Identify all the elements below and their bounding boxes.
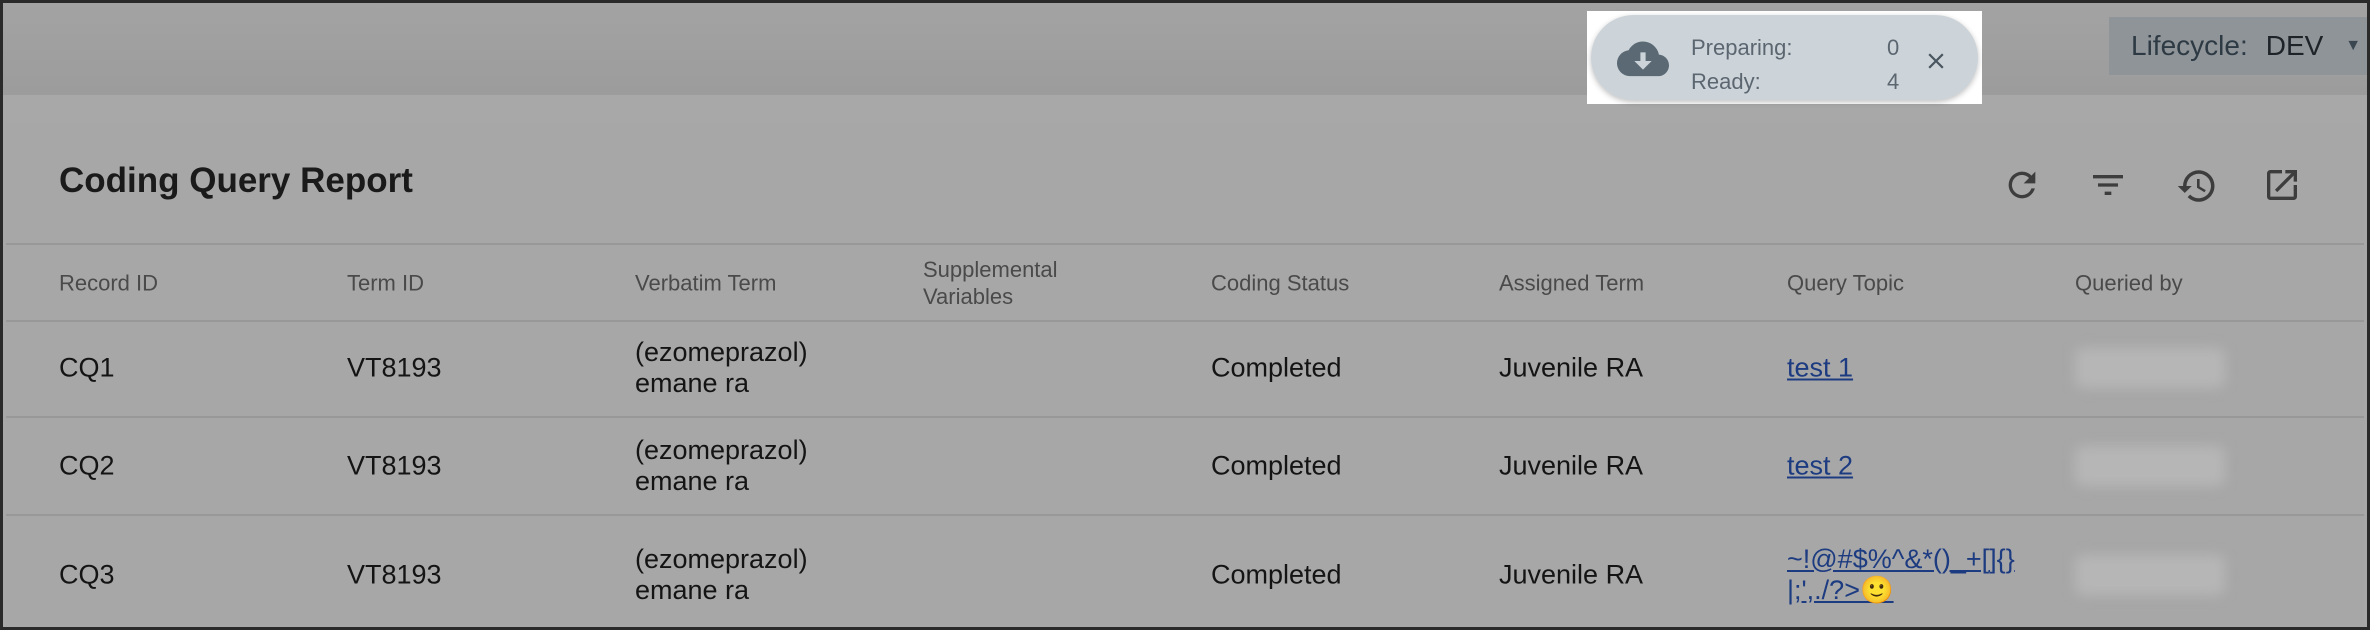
coding-status-cell: Completed: [1211, 352, 1342, 383]
table-row[interactable]: CQ1 VT8193 (ezomeprazol) emane ra Comple…: [6, 320, 2364, 418]
cloud-download-icon: [1617, 41, 1669, 86]
column-header-coding-status[interactable]: Coding Status: [1211, 269, 1349, 296]
table-header: Record ID Term ID Verbatim Term Suppleme…: [6, 243, 2364, 322]
term-id-cell: VT8193: [347, 352, 442, 383]
download-status-toast: Preparing: 0 Ready: 4: [1587, 11, 1982, 104]
column-header-record-id[interactable]: Record ID: [59, 269, 158, 296]
assigned-term-cell: Juvenile RA: [1499, 559, 1644, 589]
coding-status-cell: Completed: [1211, 559, 1342, 589]
lifecycle-value: DEV: [2265, 30, 2324, 61]
queried-by-redacted: [2075, 348, 2225, 388]
term-id-cell: VT8193: [347, 450, 442, 481]
top-bar: [3, 3, 2367, 95]
table-row[interactable]: CQ2 VT8193 (ezomeprazol) emane ra Comple…: [6, 418, 2364, 516]
preparing-status: Preparing: 0: [1691, 35, 1899, 61]
page-title: Coding Query Report: [59, 161, 413, 200]
lifecycle-label: Lifecycle:: [2131, 30, 2248, 61]
record-id-cell: CQ1: [59, 352, 115, 383]
assigned-term-cell: Juvenile RA: [1499, 352, 1644, 383]
query-topic-link[interactable]: test 1: [1787, 353, 1853, 383]
lifecycle-selector[interactable]: Lifecycle: DEV ▼: [2109, 17, 2367, 75]
column-header-verbatim-term[interactable]: Verbatim Term: [635, 269, 776, 296]
query-topic-cell: test 2: [1787, 451, 1853, 482]
column-header-queried-by[interactable]: Queried by: [2075, 269, 2183, 296]
queried-by-redacted: [2075, 554, 2225, 595]
ready-count: 4: [1887, 69, 1900, 94]
report-card: Coding Query Report Record ID Term ID Ve…: [6, 123, 2364, 627]
query-topic-cell: test 1: [1787, 353, 1853, 384]
term-id-cell: VT8193: [347, 559, 442, 589]
history-icon[interactable]: [2176, 165, 2216, 205]
verbatim-term-cell: (ezomeprazol) emane ra: [635, 543, 808, 605]
record-id-cell: CQ2: [59, 450, 115, 481]
coding-status-cell: Completed: [1211, 450, 1342, 481]
app-frame: Lifecycle: DEV ▼ Coding Query Report Rec…: [3, 3, 2367, 627]
assigned-term-cell: Juvenile RA: [1499, 450, 1644, 481]
query-topic-link[interactable]: ~!@#$%^&*()_+[]{}|;',./?>🙂: [1787, 544, 2015, 605]
column-header-term-id[interactable]: Term ID: [347, 269, 424, 296]
verbatim-term-cell: (ezomeprazol) emane ra: [635, 337, 808, 398]
chevron-down-icon: ▼: [2345, 37, 2362, 54]
download-status-panel: Preparing: 0 Ready: 4: [1591, 15, 1978, 100]
ready-status: Ready: 4: [1691, 69, 1899, 95]
column-header-assigned-term[interactable]: Assigned Term: [1499, 269, 1644, 296]
column-header-supplemental-variables[interactable]: Supplemental Variables: [923, 256, 1093, 310]
preparing-count: 0: [1887, 35, 1900, 60]
preparing-label: Preparing:: [1691, 35, 1793, 60]
ready-label: Ready:: [1691, 69, 1761, 94]
verbatim-term-cell: (ezomeprazol) emane ra: [635, 435, 808, 496]
queried-by-redacted: [2075, 446, 2225, 486]
open-external-icon[interactable]: [2262, 165, 2302, 205]
filter-icon[interactable]: [2088, 165, 2128, 205]
column-header-query-topic[interactable]: Query Topic: [1787, 269, 1904, 296]
table-row[interactable]: CQ3 VT8193 (ezomeprazol) emane ra Comple…: [6, 516, 2364, 627]
query-topic-cell: ~!@#$%^&*()_+[]{}|;',./?>🙂: [1787, 544, 2017, 606]
record-id-cell: CQ3: [59, 559, 115, 589]
query-topic-link[interactable]: test 2: [1787, 451, 1853, 481]
refresh-icon[interactable]: [2002, 165, 2042, 205]
close-icon[interactable]: [1923, 48, 1949, 79]
